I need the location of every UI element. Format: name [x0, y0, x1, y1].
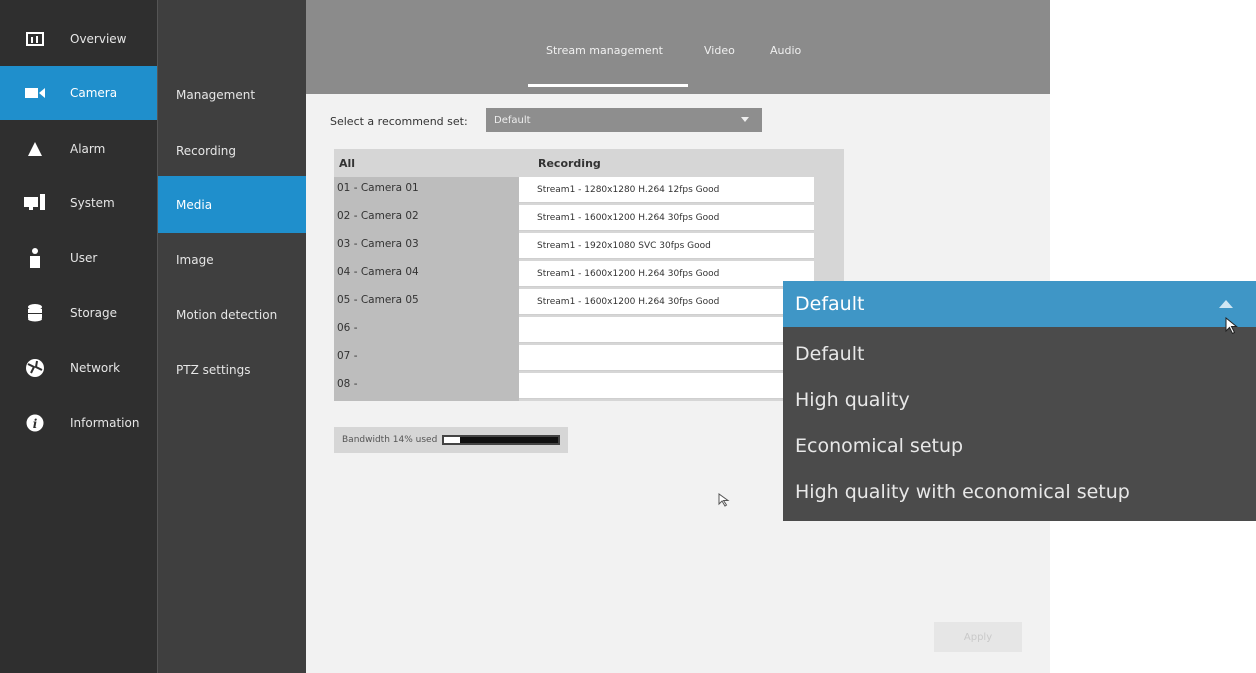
recording-cell[interactable]: Stream1 - 1280x1280 H.264 12fps Good — [519, 177, 814, 203]
nav-item-alarm[interactable]: Alarm — [0, 122, 157, 176]
recording-cell[interactable] — [519, 317, 814, 343]
chevron-down-icon — [740, 115, 750, 126]
recording-cell[interactable] — [519, 345, 814, 371]
tab-audio[interactable]: Audio — [770, 44, 801, 57]
nav-label-information: Information — [70, 416, 140, 430]
nav-label-storage: Storage — [70, 306, 117, 320]
dropdown-option[interactable]: Economical setup — [783, 423, 1256, 469]
recommend-set-label: Select a recommend set: — [330, 115, 468, 128]
bandwidth-bar-fill — [444, 437, 460, 443]
tab-video[interactable]: Video — [704, 44, 735, 57]
information-icon: i — [24, 412, 46, 434]
camera-cell: 01 - Camera 01 — [337, 182, 419, 194]
dropdown-option[interactable]: High quality with economical setup — [783, 469, 1256, 515]
camera-cell: 04 - Camera 04 — [337, 266, 419, 278]
apply-button[interactable]: Apply — [934, 622, 1022, 652]
camera-cell: 08 - — [337, 378, 358, 390]
active-tab-indicator — [528, 84, 688, 87]
camera-icon — [24, 82, 46, 104]
nav-label-network: Network — [70, 361, 121, 375]
overview-icon — [24, 28, 46, 50]
camera-column: 01 - Camera 01 02 - Camera 02 03 - Camer… — [334, 177, 519, 401]
camera-cell: 07 - — [337, 350, 358, 362]
column-header-recording: Recording — [538, 157, 601, 170]
nav-item-system[interactable]: System — [0, 176, 157, 230]
bandwidth-label: Bandwidth 14% used — [342, 435, 438, 445]
nav-item-network[interactable]: Network — [0, 341, 157, 395]
stream-table: All Recording 01 - Camera 01 02 - Camera… — [334, 149, 844, 401]
tab-stream-management[interactable]: Stream management — [546, 44, 663, 57]
recommend-set-dropdown: Default Default High quality Economical … — [783, 281, 1256, 521]
subnav-item-management[interactable]: Management — [158, 66, 306, 123]
recording-cell[interactable]: Stream1 - 1920x1080 SVC 30fps Good — [519, 233, 814, 259]
bandwidth-indicator: Bandwidth 14% used — [334, 427, 568, 453]
alarm-icon — [24, 138, 46, 160]
bandwidth-bar — [442, 435, 560, 445]
tab-bar: Stream management Video Audio — [306, 0, 1050, 94]
nav-label-overview: Overview — [70, 32, 127, 46]
column-header-camera: All — [339, 157, 356, 170]
dropdown-selected-label: Default — [795, 293, 865, 315]
svg-text:i: i — [33, 417, 38, 431]
nav-item-user[interactable]: User — [0, 231, 157, 285]
camera-cell: 06 - — [337, 322, 358, 334]
recording-cell[interactable]: Stream1 - 1600x1200 H.264 30fps Good — [519, 289, 814, 315]
nav-label-user: User — [70, 251, 98, 265]
user-icon — [24, 247, 46, 269]
recording-cell[interactable]: Stream1 - 1600x1200 H.264 30fps Good — [519, 205, 814, 231]
subnav-item-motion-detection[interactable]: Motion detection — [158, 286, 306, 343]
chevron-up-icon — [1218, 293, 1234, 315]
nav-label-camera: Camera — [70, 86, 118, 100]
pointer-cursor-icon — [718, 492, 730, 511]
camera-cell: 03 - Camera 03 — [337, 238, 419, 250]
camera-cell: 05 - Camera 05 — [337, 294, 419, 306]
recording-cell[interactable]: Stream1 - 1600x1200 H.264 30fps Good — [519, 261, 814, 287]
mouse-cursor-icon — [1225, 316, 1239, 339]
recording-cell[interactable] — [519, 373, 814, 399]
system-icon — [24, 192, 46, 214]
recommend-set-select[interactable]: Default — [486, 108, 762, 132]
nav-item-camera[interactable]: Camera — [0, 66, 157, 120]
nav-item-overview[interactable]: Overview — [0, 12, 157, 66]
dropdown-option[interactable]: High quality — [783, 377, 1256, 423]
subnav-item-media[interactable]: Media — [158, 176, 306, 233]
nav-label-system: System — [70, 196, 115, 210]
nav-item-storage[interactable]: Storage — [0, 286, 157, 340]
dropdown-option[interactable]: Default — [783, 331, 1256, 377]
dropdown-selected[interactable]: Default — [783, 281, 1256, 327]
subnav-item-image[interactable]: Image — [158, 231, 306, 288]
camera-subnav: Management Recording Media Image Motion … — [157, 0, 306, 673]
camera-cell: 02 - Camera 02 — [337, 210, 419, 222]
subnav-item-recording[interactable]: Recording — [158, 122, 306, 179]
nav-label-alarm: Alarm — [70, 142, 106, 156]
main-nav: Overview Camera Alarm System User Storag… — [0, 0, 157, 673]
storage-icon — [24, 302, 46, 324]
network-icon — [24, 357, 46, 379]
nav-item-information[interactable]: i Information — [0, 396, 157, 450]
subnav-item-ptz-settings[interactable]: PTZ settings — [158, 341, 306, 398]
recommend-set-value: Default — [494, 114, 531, 126]
